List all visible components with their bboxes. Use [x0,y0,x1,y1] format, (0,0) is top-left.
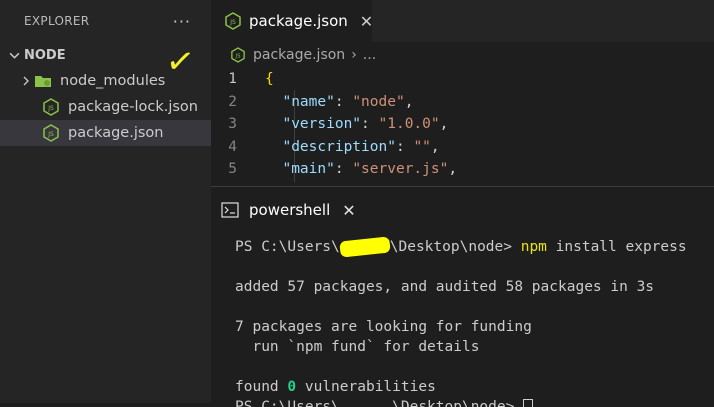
json-value: "" [413,138,431,155]
explorer-sidebar: EXPLORER ··· NODE node_modules JS packag… [0,0,211,403]
more-actions-icon[interactable]: ··· [173,12,191,31]
folder-icon [34,72,52,90]
svg-text:JS: JS [47,131,54,138]
terminal-line: PS C:\Users\ \Desktop\node> [235,397,714,407]
nodejs-icon: JS [225,12,241,30]
json-value: "node" [352,93,405,110]
prompt-prefix: PS C:\Users\ [235,239,340,255]
json-key: "main" [282,161,335,178]
tree-item-package-lock[interactable]: JS package-lock.json [0,94,211,120]
line-number: 1 [228,71,237,88]
editor-tabbar: JS package.json ✕ [211,0,714,42]
tree-item-label: node_modules [60,73,166,89]
terminal-line: run `npm fund` for details [235,339,480,355]
terminal-line: found 0 vulnerabilities [235,377,714,397]
explorer-title: EXPLORER [24,14,90,28]
breadcrumb-file[interactable]: package.json [253,47,345,63]
output-text: vulnerabilities [296,379,436,395]
output-text: found [235,379,288,395]
code-editor[interactable]: 1 { 2 "name": "node", 3 "version": "1.0.… [211,68,714,182]
svg-text:JS: JS [229,19,236,26]
json-key: "version" [282,116,362,133]
tree-item-label: package.json [68,125,164,141]
code-line: 5 "main": "server.js", [211,158,714,181]
line-number: 4 [228,138,237,155]
svg-text:JS: JS [235,54,242,60]
code-line: 4 "description": "", [211,136,714,159]
tab-powershell[interactable]: powershell ✕ [211,187,357,233]
prompt-partial: PS C:\Users\ \Desktop\node> [235,399,524,407]
chevron-down-icon [6,50,22,61]
line-number: 5 [228,161,237,178]
json-key: "name" [282,93,335,110]
close-icon[interactable]: ✕ [342,201,355,220]
terminal-cursor [523,399,534,407]
json-key: "description" [282,138,396,155]
command-name: npm [520,239,547,255]
checkmark-annotation-icon: ✓ [163,40,198,84]
nodejs-icon: JS [231,47,245,63]
tab-package-json[interactable]: JS package.json ✕ [211,0,373,42]
code-text: { [265,71,274,88]
panel-tab-label: powershell [249,201,331,219]
prompt-suffix: \Desktop\node> [389,239,521,255]
chevron-right-icon [18,76,34,86]
terminal-icon [221,202,239,218]
redaction-mark [339,236,391,258]
terminal-line: added 57 packages, and audited 58 packag… [235,279,655,295]
breadcrumb-separator-icon: › [351,47,357,63]
breadcrumb: JS package.json › ... [211,42,714,68]
line-number: 3 [228,116,237,133]
nodejs-icon: JS [42,124,60,142]
terminal-line: PS C:\Users\ \Desktop\node> npm install e… [235,236,714,258]
json-value: "1.0.0" [378,116,440,133]
terminal-output[interactable]: PS C:\Users\ \Desktop\node> npm install e… [235,236,714,407]
folder-label: NODE [24,47,66,63]
line-number: 2 [228,93,237,110]
code-line: 3 "version": "1.0.0", [211,113,714,136]
tab-label: package.json [249,12,348,30]
close-icon[interactable]: ✕ [360,12,373,31]
terminal-panel: powershell ✕ PS C:\Users\ \Desktop\node> … [211,186,714,407]
vulnerability-count: 0 [287,379,297,395]
json-value: "server.js" [352,161,449,178]
code-line: 2 "name": "node", [211,91,714,114]
code-line: 1 { [211,68,714,91]
tree-item-package-json[interactable]: JS package.json [0,120,211,146]
command-args: install express [546,239,687,255]
nodejs-icon: JS [42,98,60,116]
svg-text:JS: JS [47,105,54,112]
tree-item-label: package-lock.json [68,99,198,115]
terminal-line: 7 packages are looking for funding [235,319,532,335]
breadcrumb-more[interactable]: ... [363,47,376,63]
explorer-header: EXPLORER ··· [0,0,211,42]
